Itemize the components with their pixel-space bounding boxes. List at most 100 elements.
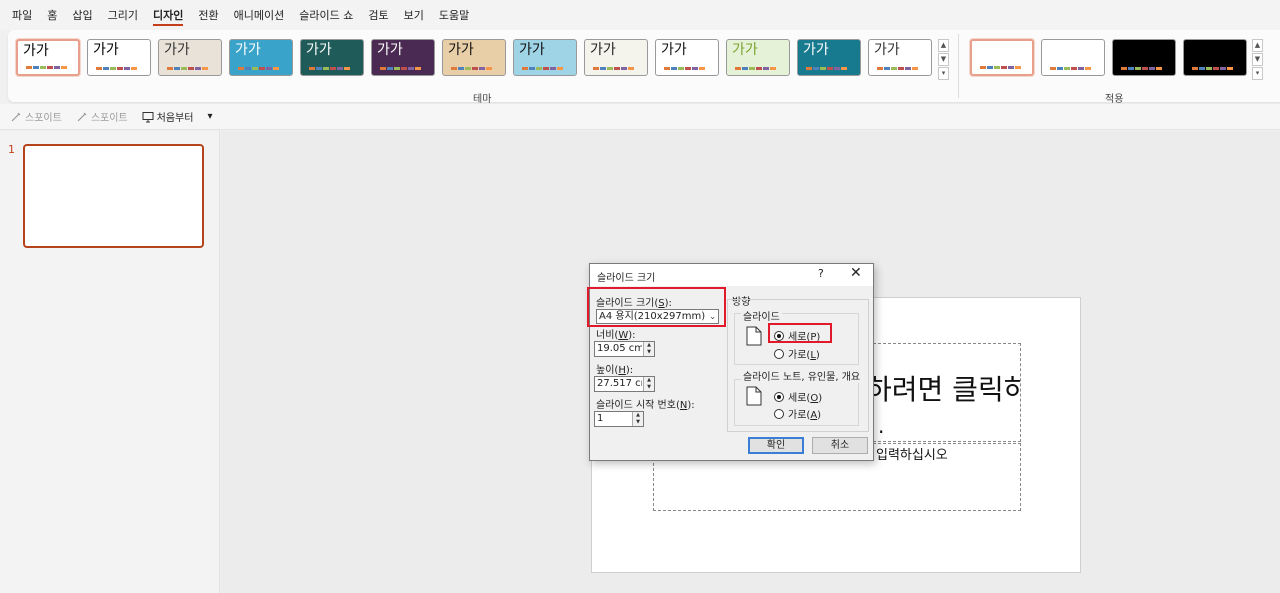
color-swatch — [124, 67, 130, 70]
width-spinner[interactable]: 19.05 cm ▲ ▼ — [594, 341, 655, 357]
variant-group-label: 적용 — [1105, 94, 1124, 105]
help-icon[interactable]: ? — [818, 267, 824, 280]
scroll-down-icon[interactable]: ▼ — [938, 53, 949, 66]
color-swatch — [167, 67, 173, 70]
theme-color-swatches — [877, 67, 919, 70]
color-swatch — [1156, 67, 1162, 70]
color-swatch — [1078, 67, 1084, 70]
notes-landscape-label: 가로(A) — [788, 410, 822, 421]
theme-thumbnail[interactable]: 가가 — [371, 39, 435, 76]
color-swatch — [309, 67, 315, 70]
menu-item[interactable]: 검토 — [368, 0, 388, 30]
color-swatch — [912, 67, 918, 70]
highlight-box — [768, 323, 832, 343]
radio-unselected-icon — [774, 348, 784, 359]
customize-toolbar-icon[interactable]: ▾ — [207, 111, 212, 122]
theme-gallery: 가가 가가 가가 가가 가가 가가 가가 가가 가가 가가 가가 가가 가가 — [16, 39, 939, 76]
scroll-down-icon[interactable]: ▼ — [1252, 53, 1263, 66]
slide-thumbnail[interactable] — [23, 144, 204, 248]
color-swatch — [841, 67, 847, 70]
eyedropper-button[interactable]: 스포이트 — [10, 109, 62, 124]
title-placeholder-dot: . — [878, 414, 885, 438]
color-swatch — [522, 67, 528, 70]
spin-down-icon[interactable]: ▼ — [644, 349, 654, 356]
theme-thumbnail-text: 가가 — [874, 42, 900, 58]
theme-thumbnail[interactable]: 가가 — [584, 39, 648, 76]
start-number-spinner[interactable]: 1 ▲ ▼ — [594, 411, 644, 427]
theme-gallery-scroll: ▲ ▼ ▾ — [938, 39, 949, 80]
color-swatch — [699, 67, 705, 70]
menu-item[interactable]: 그리기 — [108, 0, 138, 30]
color-swatch — [536, 67, 542, 70]
theme-thumbnail[interactable]: 가가 — [300, 39, 364, 76]
theme-thumbnail[interactable]: 가가 — [16, 39, 80, 76]
start-number-label: 슬라이드 시작 번호(N): — [596, 400, 695, 411]
from-start-button[interactable]: 처음부터 — [142, 109, 193, 124]
spin-down-icon[interactable]: ▼ — [633, 419, 643, 426]
theme-thumbnail[interactable]: 가가 — [229, 39, 293, 76]
theme-thumbnail[interactable]: 가가 — [158, 39, 222, 76]
variant-thumbnail[interactable] — [1041, 39, 1105, 76]
menu-item[interactable]: 슬라이드 쇼 — [299, 0, 353, 30]
spin-up-icon[interactable]: ▲ — [633, 412, 643, 419]
color-swatch — [884, 67, 890, 70]
theme-thumbnail[interactable]: 가가 — [655, 39, 719, 76]
color-swatch — [188, 67, 194, 70]
theme-thumbnail[interactable]: 가가 — [87, 39, 151, 76]
color-swatch — [1050, 67, 1056, 70]
notes-orientation-label: 슬라이드 노트, 유인물, 개요 — [741, 368, 863, 383]
cancel-button[interactable]: 취소 — [812, 437, 868, 454]
menu-item[interactable]: 전환 — [198, 0, 218, 30]
menu-item[interactable]: 보기 — [404, 0, 424, 30]
color-swatch — [1071, 67, 1077, 70]
slides-landscape-radio[interactable]: 가로(L) — [774, 346, 820, 361]
notes-landscape-radio[interactable]: 가로(A) — [774, 406, 821, 421]
theme-color-swatches — [522, 67, 564, 70]
color-swatch — [174, 67, 180, 70]
menu-item[interactable]: 도움말 — [439, 0, 469, 30]
color-swatch — [40, 66, 46, 69]
notes-portrait-radio[interactable]: 세로(O) — [774, 389, 822, 404]
variant-thumbnail[interactable] — [1183, 39, 1247, 76]
more-variants-icon[interactable]: ▾ — [1252, 67, 1263, 80]
width-label: 너비(W): — [596, 330, 636, 341]
color-swatch — [877, 67, 883, 70]
theme-thumbnail[interactable]: 가가 — [797, 39, 861, 76]
color-swatch — [671, 67, 677, 70]
theme-thumbnail[interactable]: 가가 — [513, 39, 577, 76]
theme-thumbnail[interactable]: 가가 — [868, 39, 932, 76]
color-swatch — [735, 67, 741, 70]
color-swatch — [323, 67, 329, 70]
theme-group-label: 테마 — [473, 94, 492, 105]
close-icon[interactable]: ✕ — [850, 265, 862, 281]
color-swatch — [259, 67, 265, 70]
height-value: 27.517 cm — [597, 378, 642, 389]
menu-item[interactable]: 애니메이션 — [234, 0, 285, 30]
color-swatch — [337, 67, 343, 70]
color-swatch — [202, 67, 208, 70]
theme-thumbnail[interactable]: 가가 — [726, 39, 790, 76]
scroll-up-icon[interactable]: ▲ — [1252, 39, 1263, 52]
height-spinner[interactable]: 27.517 cm ▲▼ — [594, 376, 655, 392]
color-swatch — [401, 67, 407, 70]
spin-up-icon[interactable]: ▲ — [644, 342, 654, 349]
notes-portrait-label: 세로(O) — [788, 393, 823, 404]
menu-item[interactable]: 삽입 — [72, 0, 92, 30]
scroll-up-icon[interactable]: ▲ — [938, 39, 949, 52]
eyedropper-button[interactable]: 스포이트 — [76, 109, 128, 124]
menu-item[interactable]: 파일 — [12, 0, 32, 30]
variant-thumbnail[interactable] — [1112, 39, 1176, 76]
menu-item[interactable]: 홈 — [47, 0, 57, 30]
theme-thumbnail[interactable]: 가가 — [442, 39, 506, 76]
menu-item[interactable]: 디자인 — [153, 0, 184, 30]
theme-color-swatches — [451, 67, 493, 70]
eyedropper-label: 스포이트 — [25, 113, 62, 124]
theme-color-swatches — [309, 67, 351, 70]
ok-button[interactable]: 확인 — [748, 437, 804, 454]
more-themes-icon[interactable]: ▾ — [938, 67, 949, 80]
spin-up-icon[interactable]: ▲ — [644, 377, 654, 384]
color-swatch — [1220, 67, 1226, 70]
spin-down-icon[interactable]: ▼ — [644, 384, 654, 391]
variant-thumbnail[interactable] — [970, 39, 1034, 76]
color-swatch — [380, 67, 386, 70]
